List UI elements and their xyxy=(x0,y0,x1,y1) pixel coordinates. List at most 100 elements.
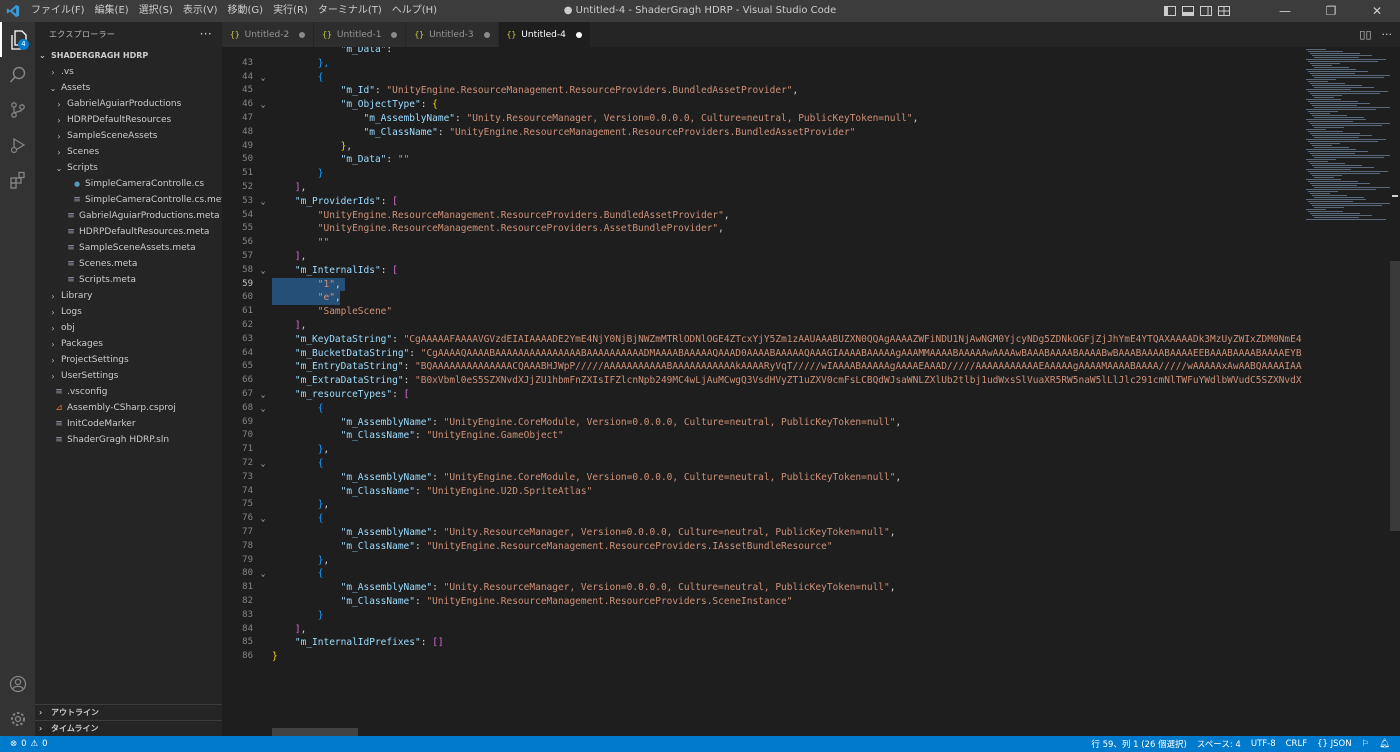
horizontal-scrollbar[interactable] xyxy=(272,728,358,736)
code-line[interactable]: 76 ⌄ { xyxy=(222,512,1302,526)
fold-chevron-icon[interactable]: ⌄ xyxy=(258,567,268,581)
tree-folder[interactable]: › HDRPDefaultResources xyxy=(35,112,222,128)
code-line[interactable]: 48 "m_ClassName": "UnityEngine.ResourceM… xyxy=(222,126,1302,140)
code-line[interactable]: 63 "m_KeyDataString": "CgAAAAAFAAAAVGVzd… xyxy=(222,333,1302,347)
tree-folder[interactable]: › ProjectSettings xyxy=(35,352,222,368)
accounts-icon[interactable] xyxy=(0,666,35,701)
code-line[interactable]: 75 }, xyxy=(222,498,1302,512)
fold-chevron-icon[interactable]: ⌄ xyxy=(258,457,268,471)
notifications-icon[interactable]: 🔔︎ xyxy=(1379,739,1390,749)
tree-folder[interactable]: › Packages xyxy=(35,336,222,352)
code-line[interactable]: 51 } xyxy=(222,167,1302,181)
code-line[interactable]: 61 "SampleScene" xyxy=(222,305,1302,319)
menu-help[interactable]: ヘルプ(H) xyxy=(387,0,442,22)
tree-folder[interactable]: › Logs xyxy=(35,304,222,320)
code-line[interactable]: 71 }, xyxy=(222,443,1302,457)
code-line[interactable]: 86} xyxy=(222,650,1302,664)
code-line[interactable]: 44 ⌄ { xyxy=(222,71,1302,85)
menu-view[interactable]: 表示(V) xyxy=(178,0,223,22)
minimap[interactable] xyxy=(1302,47,1394,736)
fold-chevron-icon[interactable]: ⌄ xyxy=(258,195,268,209)
extensions-icon[interactable] xyxy=(0,162,35,197)
code-line[interactable]: 58 ⌄ "m_InternalIds": [ xyxy=(222,264,1302,278)
tree-folder[interactable]: › SampleSceneAssets xyxy=(35,128,222,144)
tree-file[interactable]: ⊿ Assembly-CSharp.csproj xyxy=(35,400,222,416)
code-line[interactable]: 60 "e", xyxy=(222,291,1302,306)
restore-icon[interactable]: ❐ xyxy=(1308,0,1354,22)
code-line[interactable]: 53 ⌄ "m_ProviderIds": [ xyxy=(222,195,1302,209)
language-mode[interactable]: {} JSON xyxy=(1317,739,1351,749)
explorer-icon[interactable]: 4 xyxy=(0,22,35,57)
fold-chevron-icon[interactable]: ⌄ xyxy=(258,402,268,416)
code-line[interactable]: 77 "m_AssemblyName": "Unity.ResourceMana… xyxy=(222,526,1302,540)
code-line[interactable]: 50 "m_Data": "" xyxy=(222,153,1302,167)
fold-chevron-icon[interactable]: ⌄ xyxy=(258,98,268,112)
split-editor-icon[interactable]: ▯▯ xyxy=(1359,28,1371,41)
code-line[interactable]: 59 "1", xyxy=(222,277,1302,292)
close-icon[interactable]: ✕ xyxy=(1354,0,1400,22)
code-line[interactable]: 66 "m_ExtraDataString": "B0xVbml0eS5SZXN… xyxy=(222,374,1302,388)
tab-untitled-2[interactable]: {} Untitled-2 xyxy=(222,22,315,47)
fold-chevron-icon[interactable]: ⌄ xyxy=(258,512,268,526)
search-icon[interactable] xyxy=(0,57,35,92)
timeline-panel-header[interactable]: › タイムライン xyxy=(35,720,222,736)
tree-folder[interactable]: › Scenes xyxy=(35,144,222,160)
tree-file[interactable]: ≡ SampleSceneAssets.meta xyxy=(35,240,222,256)
code-line[interactable]: 55 "UnityEngine.ResourceManagement.Resou… xyxy=(222,222,1302,236)
code-line[interactable]: 70 "m_ClassName": "UnityEngine.GameObjec… xyxy=(222,429,1302,443)
tab-untitled-1[interactable]: {} Untitled-1 xyxy=(314,22,407,47)
menu-run[interactable]: 実行(R) xyxy=(268,0,313,22)
settings-gear-icon[interactable] xyxy=(0,701,35,736)
menu-edit[interactable]: 編集(E) xyxy=(90,0,134,22)
code-line[interactable]: 43 }, xyxy=(222,57,1302,71)
code-line[interactable]: 46 ⌄ "m_ObjectType": { xyxy=(222,98,1302,112)
tree-folder[interactable]: › GabrielAguiarProductions xyxy=(35,96,222,112)
tree-file[interactable]: ≡ Scenes.meta xyxy=(35,256,222,272)
feedback-icon[interactable]: ⚐ xyxy=(1362,739,1370,749)
tree-file[interactable]: ≡ GabrielAguiarProductions.meta xyxy=(35,208,222,224)
code-line[interactable]: 56 "" xyxy=(222,236,1302,250)
code-line[interactable]: 49 }, xyxy=(222,140,1302,154)
customize-layout-icon[interactable] xyxy=(1216,3,1232,19)
code-line[interactable]: 68 ⌄ { xyxy=(222,402,1302,416)
code-line[interactable]: 69 "m_AssemblyName": "UnityEngine.CoreMo… xyxy=(222,416,1302,430)
code-line[interactable]: 65 "m_EntryDataString": "BQAAAAAAAAAAAAA… xyxy=(222,360,1302,374)
code-line[interactable]: 62 ], xyxy=(222,319,1302,333)
tree-file[interactable]: ≡ SimpleCameraControlle.cs.meta xyxy=(35,192,222,208)
vertical-scrollbar[interactable] xyxy=(1390,47,1400,736)
more-actions-icon[interactable]: ··· xyxy=(1382,28,1393,41)
tab-untitled-4[interactable]: {} Untitled-4 xyxy=(498,22,591,47)
cursor-position[interactable]: 行 59、列 1 (26 個選択) xyxy=(1091,738,1186,750)
tree-file[interactable]: ≡ ShaderGragh HDRP.sln xyxy=(35,432,222,448)
tree-folder[interactable]: › obj xyxy=(35,320,222,336)
problems-indicator[interactable]: ⊗ 0 ⚠ 0 xyxy=(0,739,48,749)
toggle-panel-icon[interactable] xyxy=(1180,3,1196,19)
code-line[interactable]: 74 "m_ClassName": "UnityEngine.U2D.Sprit… xyxy=(222,485,1302,499)
tree-file[interactable]: ≡ HDRPDefaultResources.meta xyxy=(35,224,222,240)
code-line[interactable]: 54 "UnityEngine.ResourceManagement.Resou… xyxy=(222,209,1302,223)
tree-file[interactable]: ≡ Scripts.meta xyxy=(35,272,222,288)
unsaved-dot-icon[interactable] xyxy=(575,31,582,38)
menu-go[interactable]: 移動(G) xyxy=(223,0,269,22)
toggle-secondary-sidebar-icon[interactable] xyxy=(1198,3,1214,19)
code-line[interactable]: 82 "m_ClassName": "UnityEngine.ResourceM… xyxy=(222,595,1302,609)
unsaved-dot-icon[interactable] xyxy=(483,31,490,38)
tree-file[interactable]: ≡ .vsconfig xyxy=(35,384,222,400)
code-line[interactable]: 47 "m_AssemblyName": "Unity.ResourceMana… xyxy=(222,112,1302,126)
tree-file[interactable]: ● SimpleCameraControlle.cs xyxy=(35,176,222,192)
tree-folder[interactable]: › .vs xyxy=(35,64,222,80)
code-line[interactable]: 73 "m_AssemblyName": "UnityEngine.CoreMo… xyxy=(222,471,1302,485)
code-line[interactable]: 45 "m_Id": "UnityEngine.ResourceManageme… xyxy=(222,84,1302,98)
code-line[interactable]: 78 "m_ClassName": "UnityEngine.ResourceM… xyxy=(222,540,1302,554)
code-line[interactable]: 64 "m_BucketDataString": "CgAAAAQAAAABAA… xyxy=(222,347,1302,361)
end-of-line[interactable]: CRLF xyxy=(1286,739,1307,749)
unsaved-dot-icon[interactable] xyxy=(391,31,398,38)
code-line[interactable]: 72 ⌄ { xyxy=(222,457,1302,471)
tree-file[interactable]: ≡ InitCodeMarker xyxy=(35,416,222,432)
code-line[interactable]: 83 } xyxy=(222,609,1302,623)
code-line[interactable]: 81 "m_AssemblyName": "Unity.ResourceMana… xyxy=(222,581,1302,595)
indentation[interactable]: スペース: 4 xyxy=(1197,738,1241,750)
fold-chevron-icon[interactable]: ⌄ xyxy=(258,264,268,278)
explorer-more-icon[interactable]: ··· xyxy=(200,27,212,41)
code-line[interactable]: 52 ], xyxy=(222,181,1302,195)
